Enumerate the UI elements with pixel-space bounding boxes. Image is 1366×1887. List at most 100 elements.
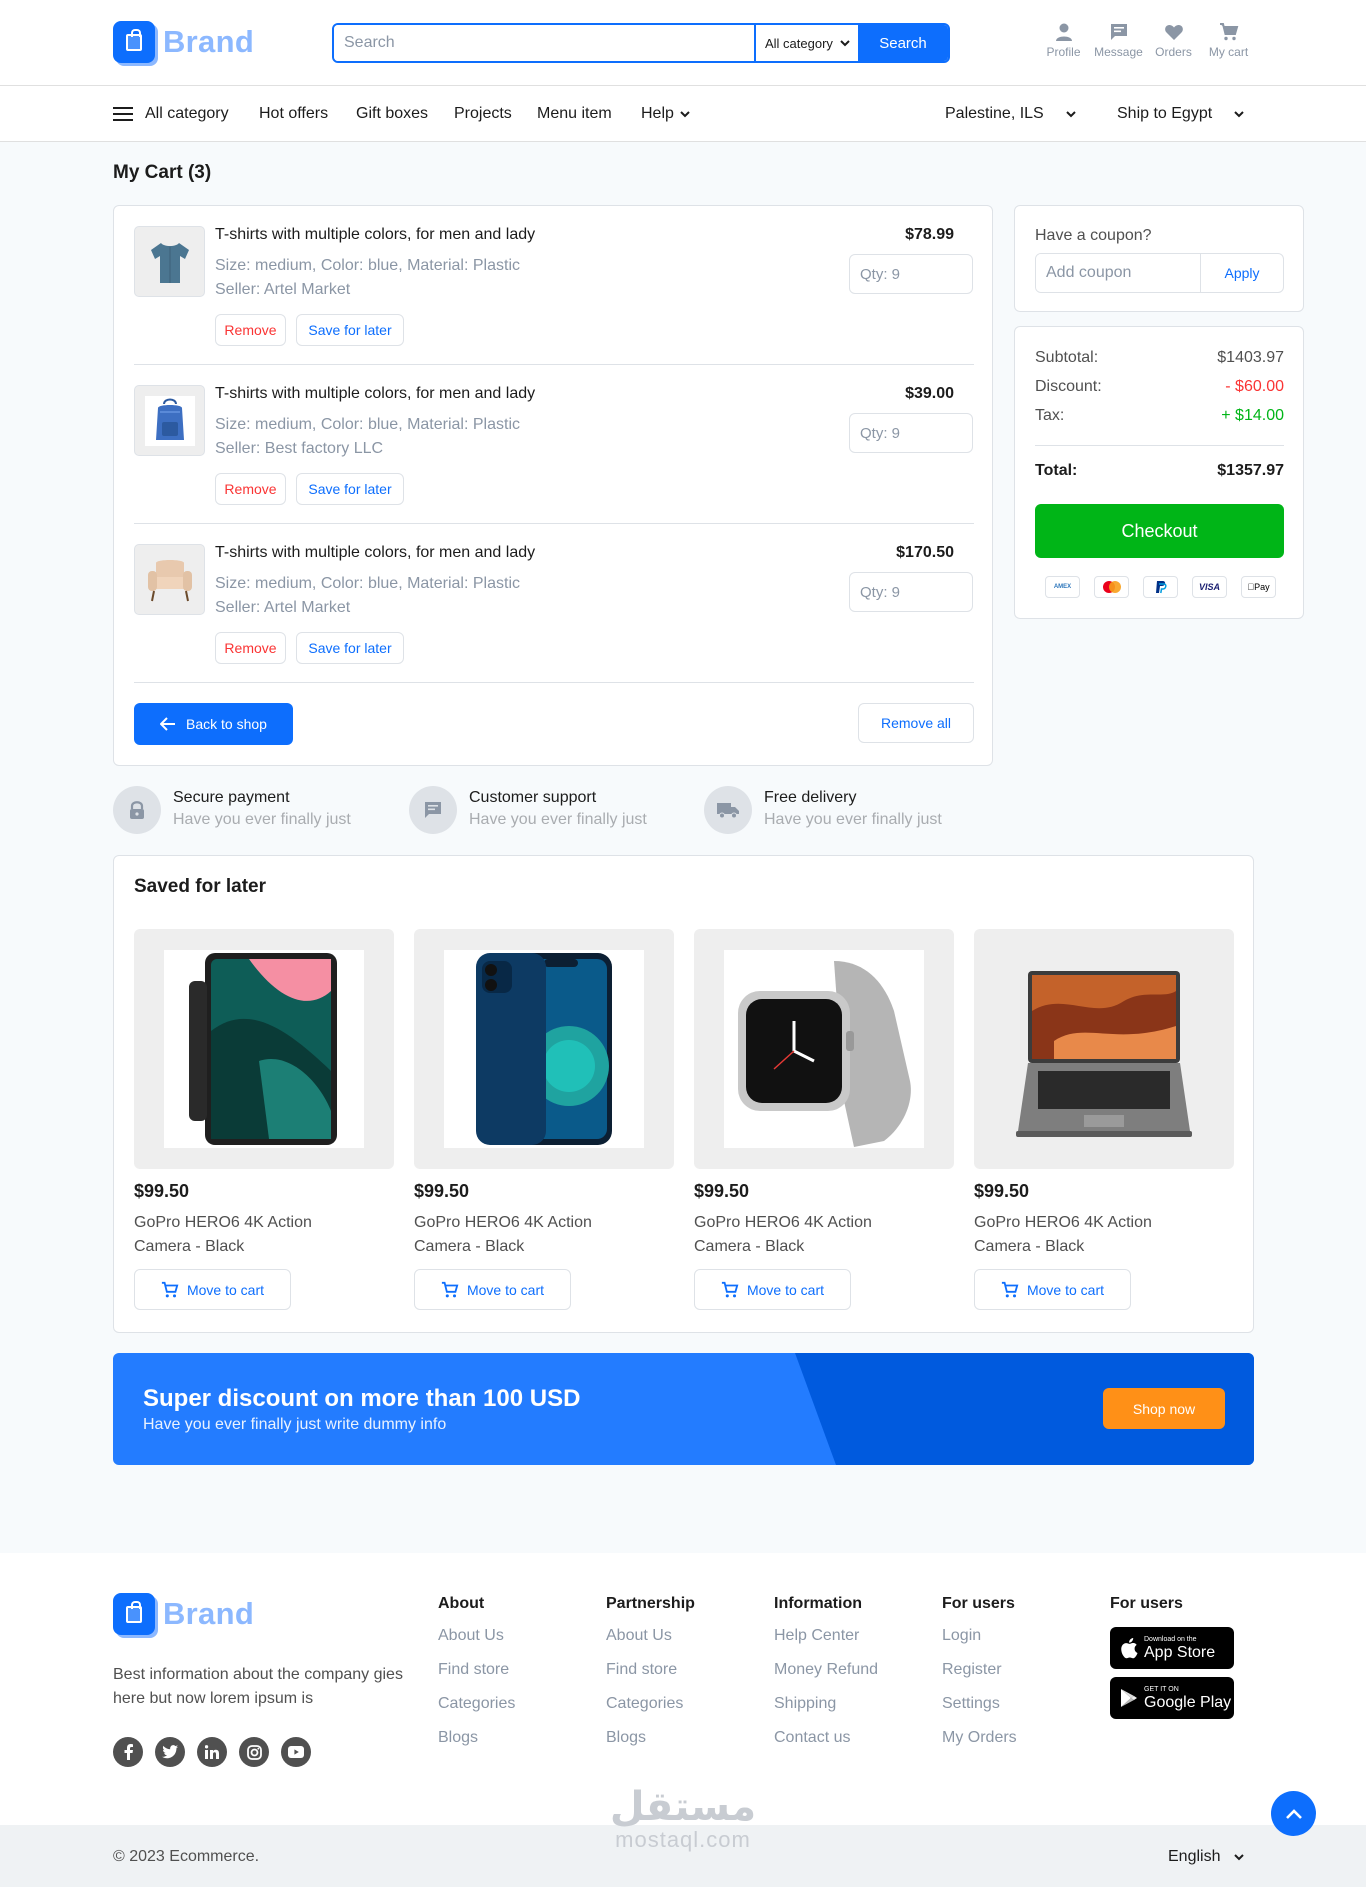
save-for-later-button[interactable]: Save for later — [296, 314, 404, 346]
footer-link[interactable]: About Us — [438, 1625, 515, 1647]
quantity-select[interactable]: Qty: 9 — [849, 254, 973, 294]
nav-item-label: Projects — [454, 105, 512, 122]
quantity-select[interactable]: Qty: 9 — [849, 413, 973, 453]
subtotal-value: $1403.97 — [1217, 349, 1284, 366]
brand-name: Brand — [163, 1596, 255, 1631]
nav-item-projects[interactable]: Projects — [454, 105, 512, 123]
product-price: $99.50 — [974, 1181, 1030, 1201]
copyright-text: © 2023 Ecommerce. — [113, 1848, 260, 1865]
move-to-cart-button[interactable]: Move to cart — [974, 1269, 1131, 1310]
armchair-icon — [147, 559, 192, 601]
tshirt-icon — [150, 242, 189, 283]
feature-secure-payment: Secure payment Have you ever finally jus… — [113, 786, 351, 834]
footer-link[interactable]: Contact us — [774, 1727, 878, 1749]
save-for-later-button[interactable]: Save for later — [296, 473, 404, 505]
shop-now-button[interactable]: Shop now — [1103, 1388, 1225, 1429]
product-image — [974, 929, 1234, 1169]
action-label: Profile — [1046, 45, 1081, 59]
lock-icon — [113, 786, 161, 834]
language-value: English — [1168, 1848, 1221, 1865]
remove-button[interactable]: Remove — [215, 473, 286, 505]
product-name[interactable]: GoPro HERO6 4K Action Camera - Black — [974, 1211, 1184, 1259]
back-to-shop-button[interactable]: Back to shop — [134, 703, 293, 745]
google-play-button[interactable]: GET IT ON Google Play — [1110, 1677, 1234, 1719]
product-name[interactable]: GoPro HERO6 4K Action Camera - Black — [414, 1211, 624, 1259]
footer-link[interactable]: Blogs — [438, 1727, 515, 1749]
search-button[interactable]: Search — [858, 25, 948, 61]
action-orders[interactable]: Orders — [1146, 22, 1201, 59]
cart-icon — [441, 1281, 459, 1297]
search-category-select[interactable]: All category — [754, 25, 858, 61]
footer-link[interactable]: Money Refund — [774, 1659, 878, 1681]
action-message[interactable]: Message — [1091, 22, 1146, 59]
remove-button[interactable]: Remove — [215, 314, 286, 346]
store-small-label: Download on the — [1144, 1635, 1197, 1643]
product-image[interactable] — [694, 929, 954, 1169]
product-image[interactable] — [414, 929, 674, 1169]
chevron-up-icon — [1285, 1808, 1302, 1819]
move-to-cart-label: Move to cart — [746, 1281, 825, 1298]
remove-button[interactable]: Remove — [215, 632, 286, 664]
linkedin-icon[interactable] — [197, 1737, 227, 1767]
footer-link[interactable]: Blogs — [606, 1727, 695, 1749]
footer-link[interactable]: Shipping — [774, 1693, 878, 1715]
footer-link[interactable]: My Orders — [942, 1727, 1017, 1749]
footer-link[interactable]: Register — [942, 1659, 1017, 1681]
footer-link[interactable]: Settings — [942, 1693, 1017, 1715]
nav-item-hot-offers[interactable]: Hot offers — [259, 105, 328, 123]
save-for-later-button[interactable]: Save for later — [296, 632, 404, 664]
footer-link[interactable]: Categories — [606, 1693, 695, 1715]
visa-icon: VISA — [1192, 576, 1227, 598]
twitter-icon[interactable] — [155, 1737, 185, 1767]
brand-logo[interactable]: Brand — [113, 21, 254, 63]
action-my-cart[interactable]: My cart — [1201, 22, 1256, 59]
watermark-arabic: مستقل — [609, 1785, 757, 1829]
footer-link[interactable]: Find store — [606, 1659, 695, 1681]
feature-free-delivery: Free delivery Have you ever finally just — [704, 786, 942, 834]
nav-item-gift-boxes[interactable]: Gift boxes — [356, 105, 428, 123]
saved-for-later-panel: Saved for later $99.50 GoPro HERO6 4K Ac… — [113, 855, 1254, 1333]
footer-link[interactable]: About Us — [606, 1625, 695, 1647]
product-image[interactable] — [134, 929, 394, 1169]
item-seller: Seller: Artel Market — [215, 599, 351, 616]
instagram-icon[interactable] — [239, 1737, 269, 1767]
apply-coupon-button[interactable]: Apply — [1200, 254, 1283, 292]
cart-icon — [161, 1281, 179, 1297]
ship-to-select[interactable]: Ship to Egypt — [1117, 105, 1244, 123]
nav-item-menu-item[interactable]: Menu item — [537, 105, 612, 123]
action-profile[interactable]: Profile — [1036, 22, 1091, 59]
footer-link[interactable]: Login — [942, 1625, 1017, 1647]
app-store-button[interactable]: Download on the App Store — [1110, 1627, 1234, 1669]
facebook-icon[interactable] — [113, 1737, 143, 1767]
move-to-cart-button[interactable]: Move to cart — [134, 1269, 291, 1310]
nav-item-label: Help — [641, 105, 674, 122]
shopping-bag-icon — [113, 21, 155, 63]
nav-item-help[interactable]: Help — [641, 105, 690, 123]
feature-subtitle: Have you ever finally just — [764, 811, 942, 828]
coupon-input[interactable] — [1036, 254, 1200, 292]
google-play-icon — [1121, 1689, 1137, 1707]
footer-link[interactable]: Find store — [438, 1659, 515, 1681]
footer-link[interactable]: Help Center — [774, 1625, 878, 1647]
item-title[interactable]: T-shirts with multiple colors, for men a… — [215, 544, 535, 562]
search-input[interactable] — [334, 25, 754, 61]
quantity-select[interactable]: Qty: 9 — [849, 572, 973, 612]
company-description: Best information about the company gies … — [113, 1666, 403, 1707]
product-name[interactable]: GoPro HERO6 4K Action Camera - Black — [134, 1211, 344, 1259]
move-to-cart-button[interactable]: Move to cart — [414, 1269, 571, 1310]
region-select[interactable]: Palestine, ILS — [945, 105, 1076, 123]
item-title[interactable]: T-shirts with multiple colors, for men a… — [215, 226, 535, 244]
nav-item-all-category[interactable]: All category — [113, 105, 229, 123]
remove-all-button[interactable]: Remove all — [858, 703, 974, 743]
saved-product: $99.50 GoPro HERO6 4K Action Camera - Bl… — [134, 929, 394, 1310]
move-to-cart-button[interactable]: Move to cart — [694, 1269, 851, 1310]
watermark: مستقل mostaql.com — [600, 1785, 766, 1851]
youtube-icon[interactable] — [281, 1737, 311, 1767]
checkout-button[interactable]: Checkout — [1035, 504, 1284, 558]
footer-link[interactable]: Categories — [438, 1693, 515, 1715]
scroll-to-top-button[interactable] — [1271, 1791, 1316, 1836]
item-title[interactable]: T-shirts with multiple colors, for men a… — [215, 385, 535, 403]
language-select[interactable]: English — [1168, 1848, 1245, 1866]
product-name[interactable]: GoPro HERO6 4K Action Camera - Black — [694, 1211, 904, 1259]
footer-brand-logo[interactable]: Brand — [113, 1593, 254, 1635]
